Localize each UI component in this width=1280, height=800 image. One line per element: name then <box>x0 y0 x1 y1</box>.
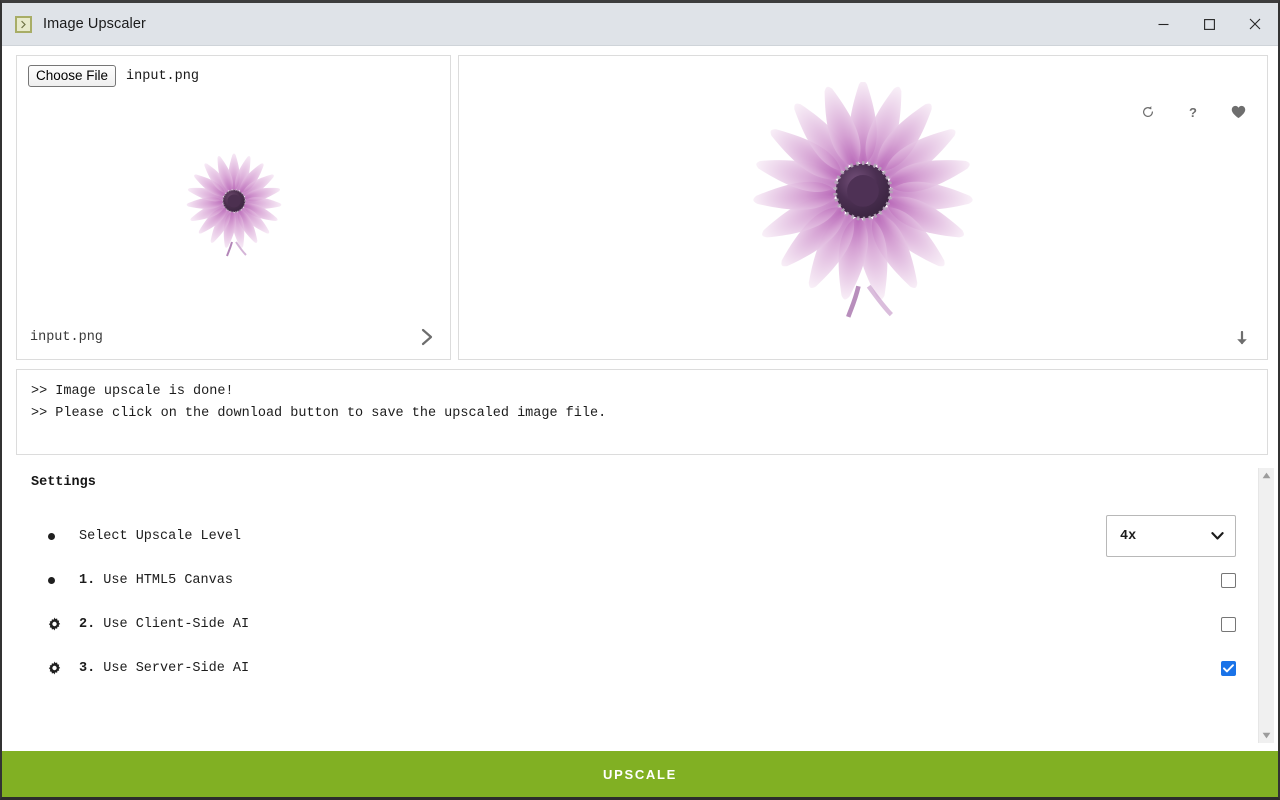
input-panel-footer: input.png <box>17 315 450 359</box>
setting-label: 2. Use Client-Side AI <box>79 616 250 632</box>
preview-panels: Choose File input.png input.png ? <box>2 46 1278 360</box>
scroll-up-arrow-icon[interactable] <box>1262 472 1271 479</box>
maximize-button[interactable] <box>1186 3 1232 46</box>
window-title: Image Upscaler <box>43 16 146 32</box>
settings-list: Settings Select Upscale Level 2x3x4x8x 1. … <box>2 455 1258 751</box>
upscale-level-select-wrap: 2x3x4x8x <box>1106 515 1236 557</box>
file-chooser-row: Choose File input.png <box>28 65 199 87</box>
setting-checkbox[interactable] <box>1221 616 1236 632</box>
setting-row: 2. Use Client-Side AI <box>31 602 1258 646</box>
setting-control <box>1221 572 1236 588</box>
output-image-preview <box>459 78 1267 321</box>
output-image-panel: ? <box>458 55 1268 360</box>
setting-label: 3. Use Server-Side AI <box>79 660 250 676</box>
settings-rows: Select Upscale Level 2x3x4x8x 1. Use HTML5… <box>31 514 1258 690</box>
setting-row: 3. Use Server-Side AI <box>31 646 1258 690</box>
settings-section: Settings Select Upscale Level 2x3x4x8x 1. … <box>2 455 1278 751</box>
choose-file-button[interactable]: Choose File <box>28 65 117 87</box>
window-controls <box>1140 3 1278 46</box>
scroll-down-arrow-icon[interactable] <box>1262 732 1271 739</box>
setting-checkbox[interactable] <box>1221 572 1236 588</box>
settings-scrollbar[interactable] <box>1258 468 1274 743</box>
setting-row: 1. Use HTML5 Canvas <box>31 558 1258 602</box>
setting-label: Select Upscale Level <box>79 528 242 544</box>
app-window-icon <box>15 15 32 33</box>
title-bar-left: Image Upscaler <box>2 15 1140 33</box>
setting-control <box>1221 616 1236 632</box>
setting-row: Select Upscale Level 2x3x4x8x <box>31 514 1258 558</box>
input-image-preview <box>17 98 450 311</box>
gear-icon <box>31 617 61 631</box>
setting-control: 2x3x4x8x <box>1106 515 1236 557</box>
upscale-button[interactable]: UPSCALE <box>2 751 1278 797</box>
gear-icon <box>31 661 61 675</box>
flower-image-large <box>747 81 979 318</box>
log-line: >> Please click on the download button t… <box>31 406 607 421</box>
chosen-file-name: input.png <box>126 68 199 84</box>
app-window: Image Upscaler Choose File input.png inp… <box>0 0 1280 800</box>
setting-label: 1. Use HTML5 Canvas <box>79 572 233 588</box>
bullet-icon <box>31 532 61 540</box>
upscale-level-select[interactable]: 2x3x4x8x <box>1106 515 1236 557</box>
download-icon[interactable] <box>1234 331 1250 349</box>
title-bar: Image Upscaler <box>2 3 1278 46</box>
setting-control <box>1221 660 1236 676</box>
chevron-right-icon[interactable] <box>418 327 436 347</box>
input-filename-label: input.png <box>30 329 103 345</box>
settings-heading: Settings <box>31 475 96 490</box>
flower-image-small <box>184 153 284 257</box>
close-button[interactable] <box>1232 3 1278 46</box>
minimize-button[interactable] <box>1140 3 1186 46</box>
setting-checkbox[interactable] <box>1221 660 1236 676</box>
status-log: >> Image upscale is done! >> Please clic… <box>16 369 1268 455</box>
input-image-panel: Choose File input.png input.png <box>16 55 451 360</box>
log-line: >> Image upscale is done! <box>31 384 234 399</box>
bullet-icon <box>31 576 61 584</box>
